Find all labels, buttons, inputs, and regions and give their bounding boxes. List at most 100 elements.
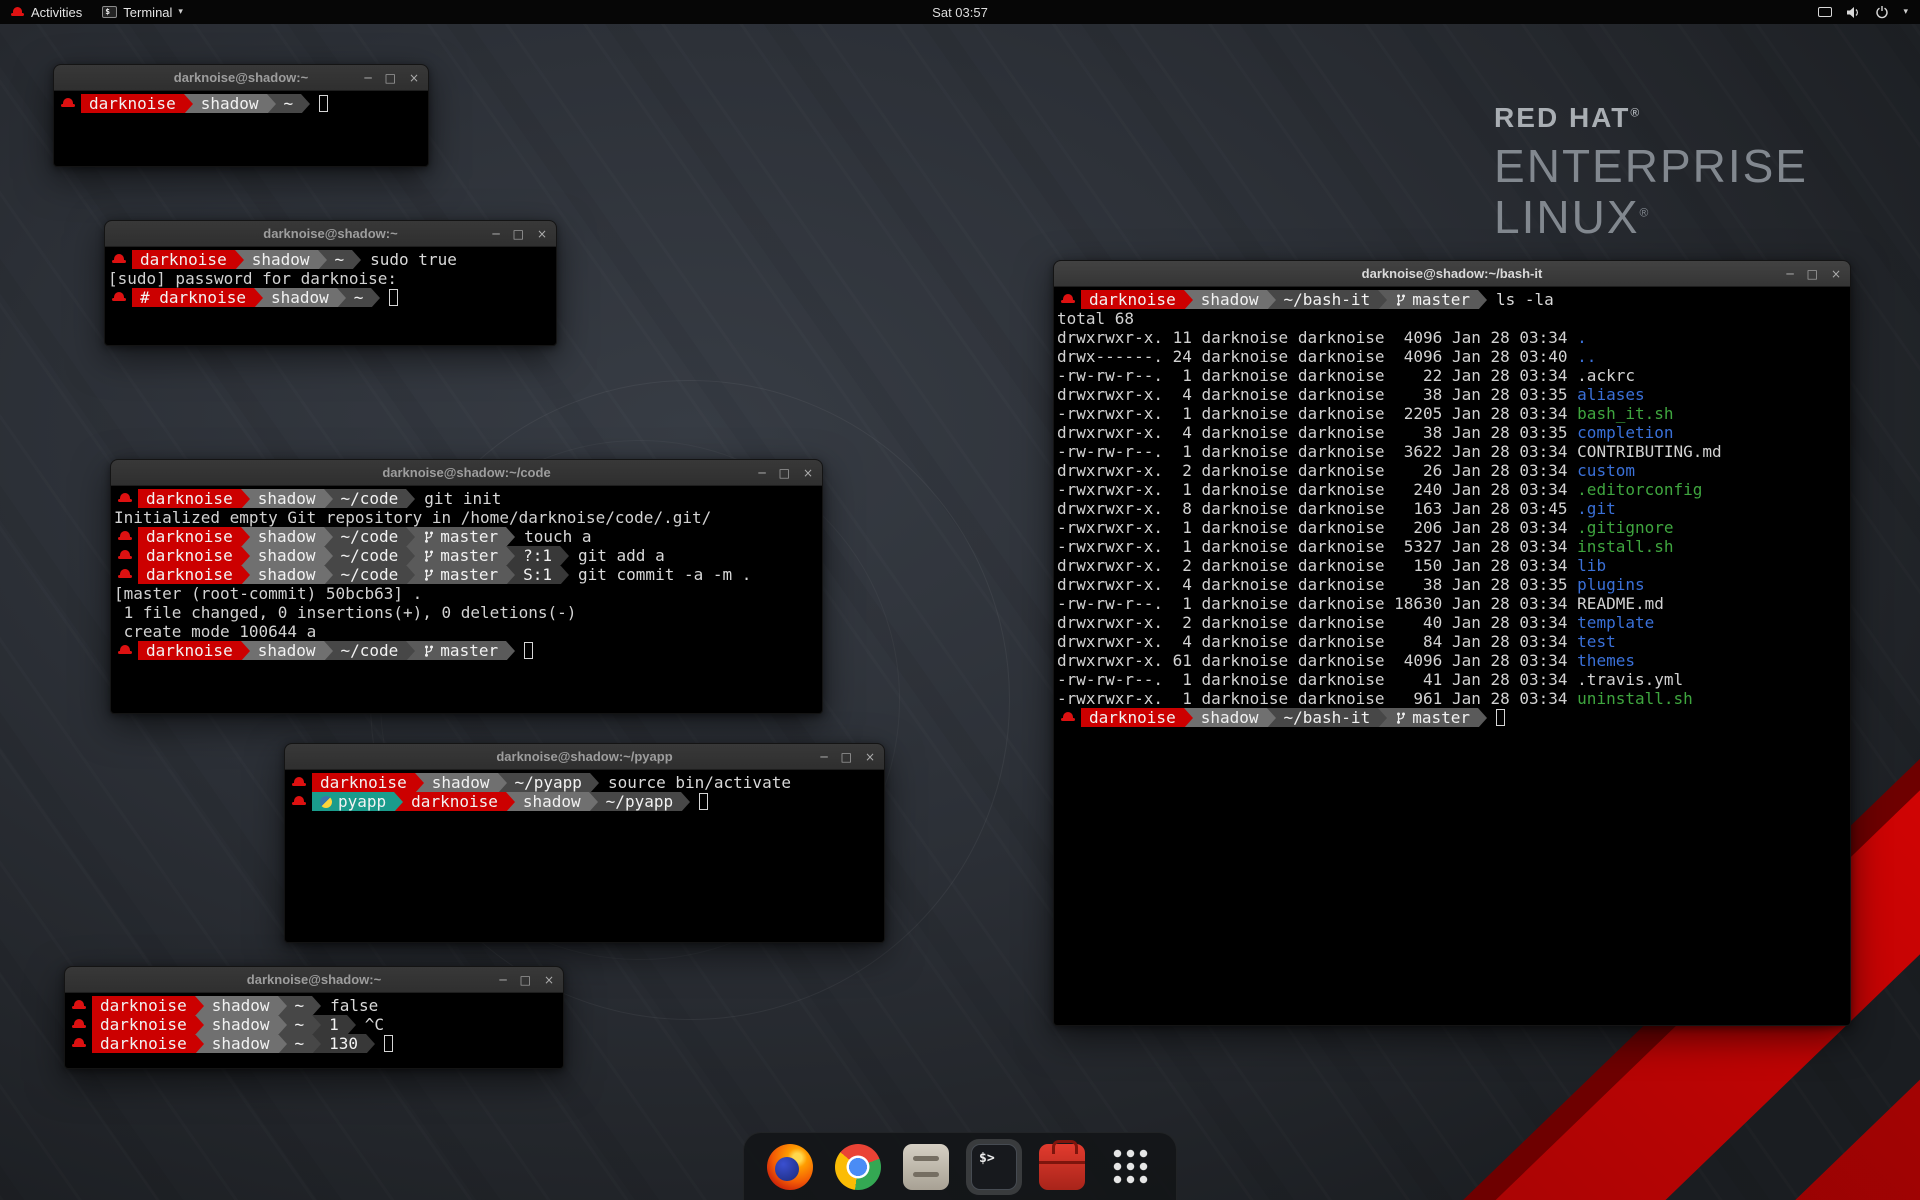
maximize-button[interactable]: □ bbox=[513, 228, 524, 240]
close-button[interactable]: × bbox=[537, 228, 547, 240]
terminal-line: [sudo] password for darknoise: bbox=[108, 269, 554, 288]
close-button[interactable]: × bbox=[1831, 268, 1841, 280]
minimize-button[interactable]: ─ bbox=[492, 228, 499, 240]
terminal-line: darknoiseshadow~/codemaster bbox=[114, 641, 820, 660]
terminal-window-code[interactable]: darknoise@shadow:~/code ─ □ × darknoiseshado… bbox=[110, 459, 823, 714]
prompt-segment-git: master bbox=[1387, 290, 1478, 309]
file-name: install.sh bbox=[1577, 537, 1673, 556]
terminal-line: darknoiseshadow~/codemastertouch a bbox=[114, 527, 820, 546]
file-name: .ackrc bbox=[1577, 366, 1635, 385]
minimize-button[interactable]: ─ bbox=[758, 467, 765, 479]
close-button[interactable]: × bbox=[544, 974, 554, 986]
ls-row-detail: drwx------. 24 darknoise darknoise 4096 … bbox=[1057, 347, 1577, 366]
powerline-arrow bbox=[415, 773, 424, 792]
window-titlebar[interactable]: darknoise@shadow:~/pyapp─□× bbox=[285, 744, 884, 770]
terminal-line: darknoiseshadow~/bash-itmaster bbox=[1057, 708, 1848, 727]
minimize-button[interactable]: ─ bbox=[499, 974, 506, 986]
powerline-arrow bbox=[324, 565, 333, 584]
maximize-button[interactable]: □ bbox=[520, 974, 531, 986]
redhat-prompt-icon bbox=[117, 527, 133, 546]
power-icon bbox=[1875, 5, 1889, 19]
powerline-arrow bbox=[254, 288, 263, 307]
powerline-arrow bbox=[1378, 290, 1387, 309]
dock-item-terminal[interactable]: $> bbox=[966, 1139, 1022, 1195]
powerline-arrow bbox=[241, 527, 250, 546]
maximize-button[interactable]: □ bbox=[841, 751, 852, 763]
brand-line-linux: LINUX® bbox=[1494, 192, 1808, 243]
ls-row-detail: drwxrwxr-x. 2 darknoise darknoise 26 Jan… bbox=[1057, 461, 1577, 480]
prompt-segment-host: shadow bbox=[1193, 708, 1267, 727]
window-title: darknoise@shadow:~ bbox=[174, 70, 308, 85]
powerline-arrow bbox=[324, 546, 333, 565]
terminal-line: darknoiseshadow~sudo true bbox=[108, 250, 554, 269]
maximize-button[interactable]: □ bbox=[1807, 268, 1818, 280]
terminal-window-pyapp[interactable]: darknoise@shadow:~/pyapp─□×darknoiseshad… bbox=[284, 743, 885, 943]
minimize-button[interactable]: ─ bbox=[820, 751, 827, 763]
files-icon bbox=[903, 1144, 949, 1190]
redhat-prompt-icon bbox=[117, 565, 133, 584]
prompt-segment-git: master bbox=[415, 546, 506, 565]
dock-item-chrome[interactable] bbox=[830, 1139, 886, 1195]
minimize-button[interactable]: ─ bbox=[364, 72, 371, 84]
window-titlebar[interactable]: darknoise@shadow:~/code ─ □ × bbox=[111, 460, 822, 486]
ls-row-detail: -rwxrwxr-x. 1 darknoise darknoise 5327 J… bbox=[1057, 537, 1577, 556]
terminal-window-sudo[interactable]: darknoise@shadow:~─□×darknoiseshadow~sud… bbox=[104, 220, 557, 346]
ls-row-detail: drwxrwxr-x. 4 darknoise darknoise 38 Jan… bbox=[1057, 423, 1577, 442]
terminal-line: darknoiseshadow~false bbox=[68, 996, 561, 1015]
terminal-content[interactable]: darknoiseshadow~ bbox=[54, 91, 428, 113]
prompt-segment-venv: pyapp bbox=[312, 792, 394, 811]
app-menu[interactable]: $ Terminal ▾ bbox=[92, 0, 193, 24]
terminal-content[interactable]: darknoiseshadow~/bash-itmasterls -latota… bbox=[1054, 287, 1850, 727]
dock-item-app-grid[interactable] bbox=[1102, 1139, 1158, 1195]
terminal-window-home-1[interactable]: darknoise@shadow:~ ─ □ × darknoiseshadow~ bbox=[53, 64, 429, 167]
minimize-button[interactable]: ─ bbox=[1786, 268, 1793, 280]
window-titlebar[interactable]: darknoise@shadow:~─□× bbox=[105, 221, 556, 247]
dock-item-firefox[interactable] bbox=[762, 1139, 818, 1195]
window-titlebar[interactable]: darknoise@shadow:~─□× bbox=[65, 967, 563, 993]
terminal-content[interactable]: darknoiseshadow~falsedarknoiseshadow~1^C… bbox=[65, 993, 563, 1053]
terminal-content[interactable]: darknoiseshadow~/pyappsource bin/activat… bbox=[285, 770, 884, 811]
terminal-line: -rwxrwxr-x. 1 darknoise darknoise 206 Ja… bbox=[1057, 518, 1848, 537]
powerline-arrow bbox=[560, 565, 569, 584]
dock-item-toolbox[interactable] bbox=[1034, 1139, 1090, 1195]
prompt-segment-host: shadow bbox=[263, 288, 337, 307]
dock: $> bbox=[743, 1132, 1177, 1200]
window-title: darknoise@shadow:~/code bbox=[382, 465, 550, 480]
prompt-segment-git: master bbox=[415, 565, 506, 584]
dock-item-files[interactable] bbox=[898, 1139, 954, 1195]
system-status-area[interactable]: ▾ bbox=[1818, 0, 1920, 24]
window-titlebar[interactable]: darknoise@shadow:~ ─ □ × bbox=[54, 65, 428, 91]
terminal-cursor bbox=[319, 95, 328, 112]
powerline-arrow bbox=[195, 1034, 204, 1053]
window-titlebar[interactable]: darknoise@shadow:~/bash-it─□× bbox=[1054, 261, 1850, 287]
close-button[interactable]: × bbox=[409, 72, 419, 84]
terminal-content[interactable]: darknoiseshadow~sudo true[sudo] password… bbox=[105, 247, 556, 307]
git-branch-icon bbox=[423, 530, 435, 544]
terminal-content[interactable]: darknoiseshadow~/codegit initInitialized… bbox=[111, 486, 822, 660]
powerline-arrow bbox=[394, 792, 403, 811]
powerline-arrow bbox=[371, 288, 380, 307]
activities-button[interactable]: Activities bbox=[0, 0, 92, 24]
maximize-button[interactable]: □ bbox=[385, 72, 396, 84]
powerline-arrow bbox=[506, 641, 515, 660]
prompt-segment-user: darknoise bbox=[1081, 708, 1184, 727]
terminal-window-exit-codes[interactable]: darknoise@shadow:~─□×darknoiseshadow~fal… bbox=[64, 966, 564, 1069]
terminal-window-bash-it[interactable]: darknoise@shadow:~/bash-it─□×darknoisesh… bbox=[1053, 260, 1851, 1026]
close-button[interactable]: × bbox=[803, 467, 813, 479]
terminal-line: -rw-rw-r--. 1 darknoise darknoise 18630 … bbox=[1057, 594, 1848, 613]
close-button[interactable]: × bbox=[865, 751, 875, 763]
display-icon bbox=[1818, 7, 1832, 17]
ls-row-detail: drwxrwxr-x. 11 darknoise darknoise 4096 … bbox=[1057, 328, 1577, 347]
powerline-arrow bbox=[241, 641, 250, 660]
powerline-arrow bbox=[241, 489, 250, 508]
prompt-segment-user: darknoise bbox=[92, 996, 195, 1015]
window-buttons: ─ □ × bbox=[364, 65, 419, 90]
powerline-arrow bbox=[241, 546, 250, 565]
caret-down-icon: ▾ bbox=[178, 7, 183, 17]
maximize-button[interactable]: □ bbox=[779, 467, 790, 479]
clock[interactable]: Sat 03:57 bbox=[932, 5, 988, 20]
powerline-arrow bbox=[278, 996, 287, 1015]
prompt-segment-host: shadow bbox=[244, 250, 318, 269]
powerline-arrow bbox=[406, 565, 415, 584]
app-menu-label: Terminal bbox=[123, 5, 172, 20]
